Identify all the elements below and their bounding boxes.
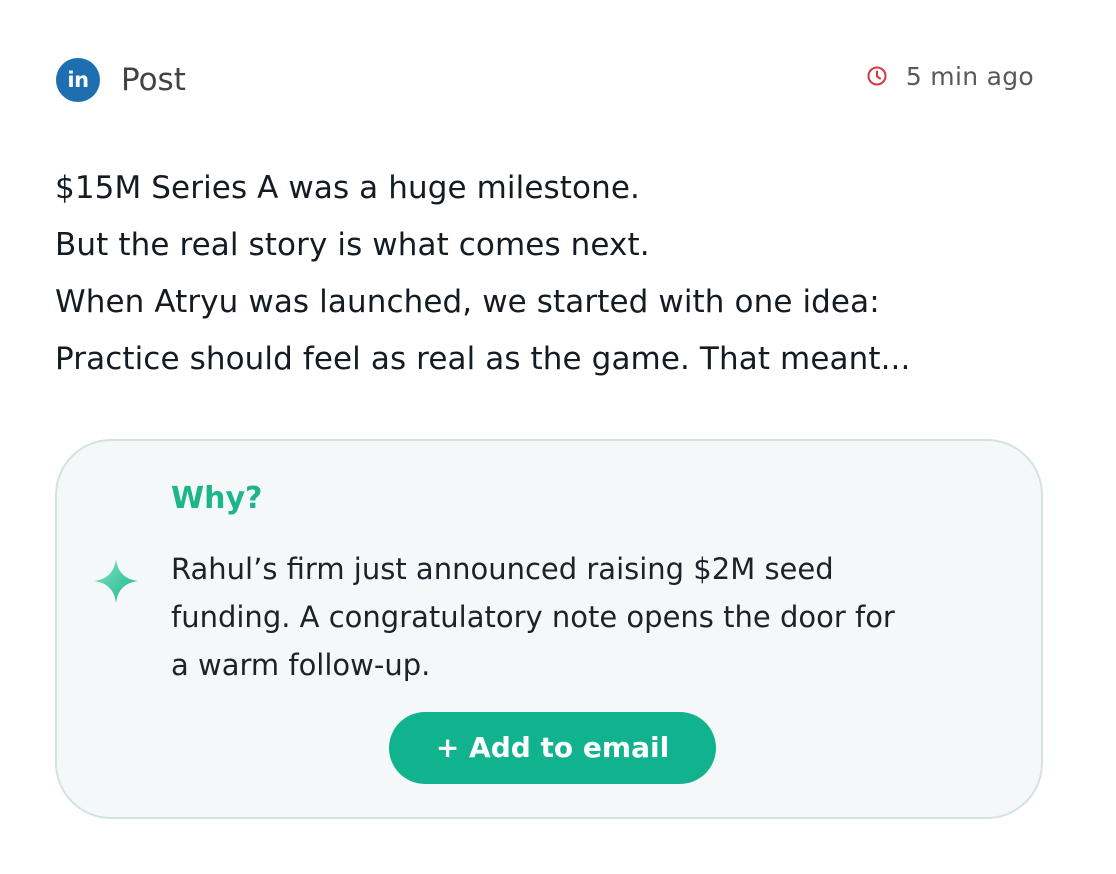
post-body-line: But the real story is what comes next. <box>55 227 650 263</box>
post-body-line: $15M Series A was a huge milestone. <box>55 170 640 206</box>
post-body-line: Practice should feel as real as the game… <box>55 341 911 377</box>
clock-icon <box>867 66 887 86</box>
why-explanation-line: funding. A congratulatory note opens the… <box>171 600 895 634</box>
post-body-line: When Atryu was launched, we started with… <box>55 284 880 320</box>
post-body: $15M Series A was a huge milestone. But … <box>55 160 1055 388</box>
timestamp: 5 min ago <box>866 60 1034 92</box>
add-to-email-button[interactable]: + Add to email <box>389 712 716 784</box>
why-card: Why? Rahul’s firm just announced raising… <box>55 439 1043 819</box>
why-explanation-line: Rahul’s firm just announced raising $2M … <box>171 552 834 586</box>
post-type-label: Post <box>121 62 186 98</box>
timestamp-text: 5 min ago <box>905 61 1034 91</box>
linkedin-icon: in <box>56 58 100 102</box>
why-title: Why? <box>171 481 263 516</box>
why-explanation-line: a warm follow-up. <box>171 648 431 682</box>
why-explanation: Rahul’s firm just announced raising $2M … <box>171 545 1011 689</box>
sparkle-icon <box>94 559 138 603</box>
post-header: in Post 5 min ago <box>56 56 1036 104</box>
